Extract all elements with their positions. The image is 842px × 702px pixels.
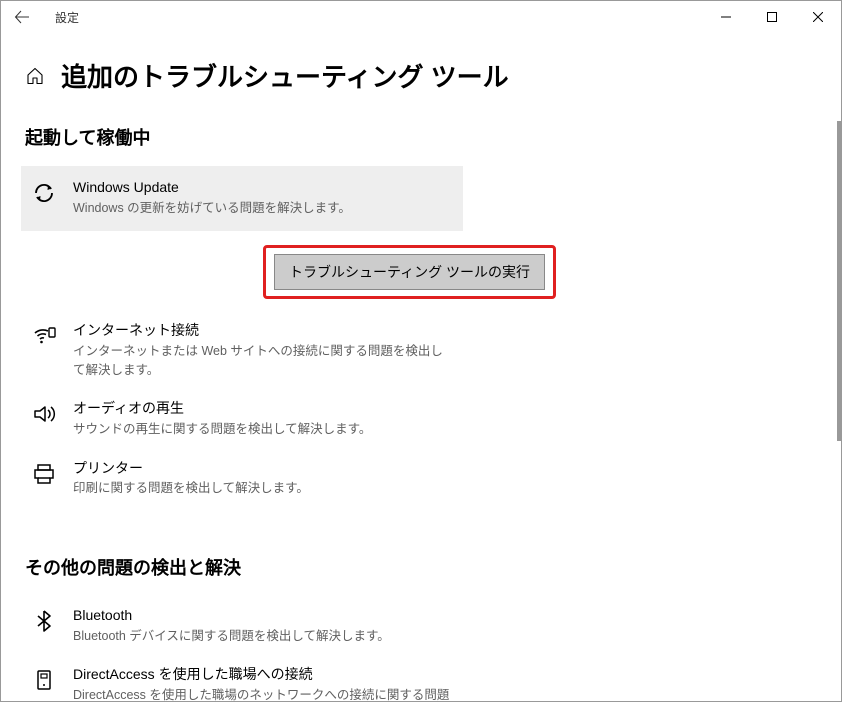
troubleshooter-desc: DirectAccess を使用した職場のネットワークへの接続に関する問題を検出… bbox=[73, 686, 453, 701]
troubleshooter-item-internet[interactable]: インターネット接続 インターネットまたは Web サイトへの接続に関する問題を検… bbox=[21, 311, 463, 389]
troubleshooter-title: Bluetooth bbox=[73, 606, 453, 626]
troubleshooter-text: DirectAccess を使用した職場への接続 DirectAccess を使… bbox=[73, 665, 453, 701]
wifi-icon bbox=[31, 323, 57, 349]
scrollbar[interactable] bbox=[837, 121, 841, 441]
troubleshooter-item-directaccess[interactable]: DirectAccess を使用した職場への接続 DirectAccess を使… bbox=[21, 655, 463, 701]
troubleshooter-text: プリンター 印刷に関する問題を検出して解決します。 bbox=[73, 459, 453, 498]
troubleshooter-item-printer[interactable]: プリンター 印刷に関する問題を検出して解決します。 bbox=[21, 449, 463, 508]
back-arrow-icon bbox=[14, 9, 30, 25]
run-troubleshooter-button[interactable]: トラブルシューティング ツールの実行 bbox=[274, 254, 545, 290]
bluetooth-icon bbox=[31, 608, 57, 634]
troubleshooter-item-windows-update[interactable]: Windows Update Windows の更新を妨げている問題を解決します… bbox=[21, 166, 463, 231]
titlebar-left: 設定 bbox=[9, 4, 79, 30]
troubleshooter-text: Bluetooth Bluetooth デバイスに関する問題を検出して解決します… bbox=[73, 606, 453, 645]
troubleshooter-title: プリンター bbox=[73, 459, 453, 479]
troubleshooter-desc: Windows の更新を妨げている問題を解決します。 bbox=[73, 199, 453, 218]
close-icon bbox=[813, 12, 823, 22]
troubleshooter-title: インターネット接続 bbox=[73, 321, 453, 341]
section-title-running: 起動して稼働中 bbox=[25, 124, 817, 150]
titlebar: 設定 bbox=[1, 1, 841, 33]
close-button[interactable] bbox=[795, 1, 841, 33]
troubleshooter-item-bluetooth[interactable]: Bluetooth Bluetooth デバイスに関する問題を検出して解決します… bbox=[21, 596, 463, 655]
section-title-other: その他の問題の検出と解決 bbox=[25, 554, 817, 580]
minimize-button[interactable] bbox=[703, 1, 749, 33]
app-title: 設定 bbox=[55, 9, 79, 26]
page-header: 追加のトラブルシューティング ツール bbox=[25, 57, 817, 94]
printer-icon bbox=[31, 461, 57, 487]
maximize-button[interactable] bbox=[749, 1, 795, 33]
maximize-icon bbox=[767, 12, 777, 22]
computer-icon bbox=[31, 667, 57, 693]
troubleshooter-title: Windows Update bbox=[73, 178, 453, 198]
page-title: 追加のトラブルシューティング ツール bbox=[61, 57, 509, 94]
back-button[interactable] bbox=[9, 4, 35, 30]
troubleshooter-text: Windows Update Windows の更新を妨げている問題を解決します… bbox=[73, 178, 453, 217]
minimize-icon bbox=[721, 12, 731, 22]
troubleshooter-desc: サウンドの再生に関する問題を検出して解決します。 bbox=[73, 420, 453, 439]
home-icon bbox=[26, 67, 44, 85]
troubleshooter-text: オーディオの再生 サウンドの再生に関する問題を検出して解決します。 bbox=[73, 399, 453, 438]
window-controls bbox=[703, 1, 841, 33]
home-button[interactable] bbox=[25, 66, 45, 86]
troubleshooter-desc: 印刷に関する問題を検出して解決します。 bbox=[73, 479, 453, 498]
troubleshooter-item-audio[interactable]: オーディオの再生 サウンドの再生に関する問題を検出して解決します。 bbox=[21, 389, 463, 448]
troubleshooter-title: オーディオの再生 bbox=[73, 399, 453, 419]
troubleshooter-title: DirectAccess を使用した職場への接続 bbox=[73, 665, 453, 685]
troubleshooter-text: インターネット接続 インターネットまたは Web サイトへの接続に関する問題を検… bbox=[73, 321, 453, 379]
run-button-highlight: トラブルシューティング ツールの実行 bbox=[263, 245, 556, 299]
troubleshooter-desc: インターネットまたは Web サイトへの接続に関する問題を検出して解決します。 bbox=[73, 342, 453, 380]
sync-icon bbox=[31, 180, 57, 206]
speaker-icon bbox=[31, 401, 57, 427]
troubleshooter-desc: Bluetooth デバイスに関する問題を検出して解決します。 bbox=[73, 627, 453, 646]
